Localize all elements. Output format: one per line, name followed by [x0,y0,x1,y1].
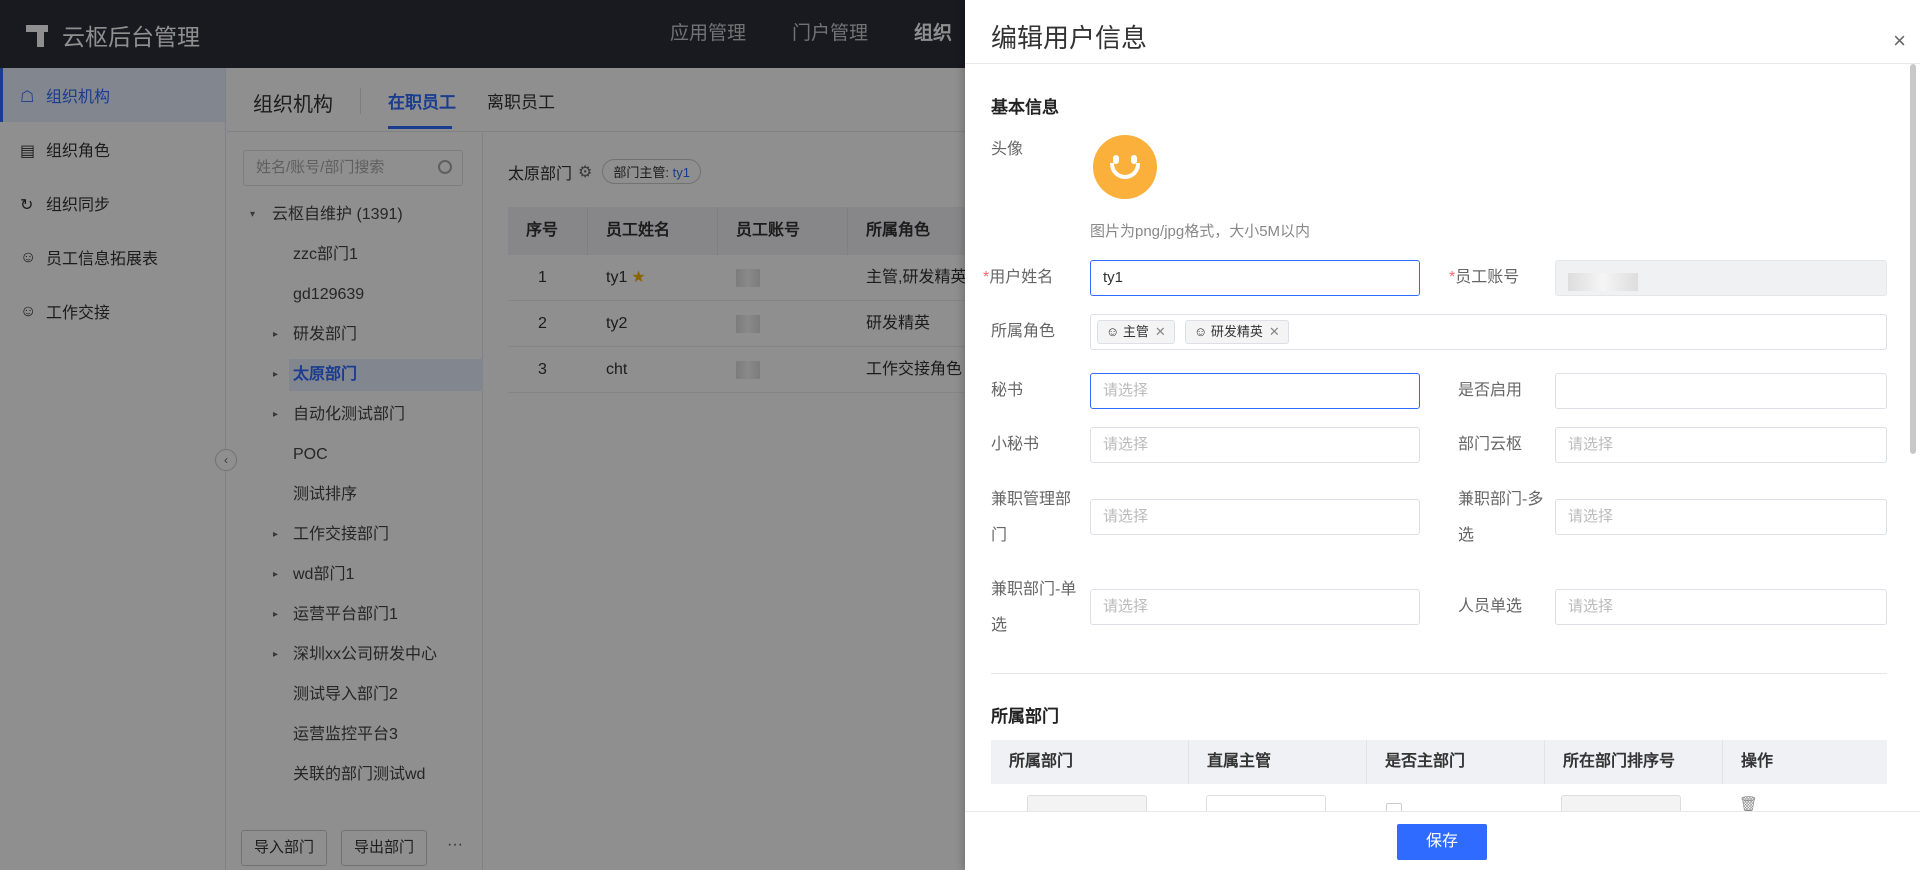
name-label: *用户姓名 [983,269,1054,286]
drawer-title: 编辑用户信息 [991,23,1148,53]
account-label-text: 员工账号 [1455,269,1520,286]
user-icon: ☺ [1106,324,1120,339]
parttime-mgr-select[interactable]: 请选择 [1090,499,1420,535]
dept-table-header: 所属部门 直属主管 是否主部门 所在部门排序号 操作 [991,740,1887,784]
parttime-multi-select[interactable]: 请选择 [1555,499,1887,535]
name-label-text: 用户姓名 [989,269,1054,286]
avatar-hint: 图片为png/jpg格式，大小5M以内 [1090,223,1311,240]
person-single-select[interactable]: 请选择 [1555,589,1887,625]
small-secretary-select[interactable]: 请选择 [1090,427,1420,463]
role-tag: ☺ 研发精英 ✕ [1185,320,1289,344]
parttime-single-select[interactable]: 请选择 [1090,589,1420,625]
enabled-label: 是否启用 [1458,382,1523,399]
parttime-mgr-label: 兼职管理部门 [991,491,1072,544]
drawer-divider [965,63,1920,64]
remove-tag-icon[interactable]: ✕ [1269,324,1280,339]
parttime-multi-label: 兼职部门-多选 [1458,491,1544,544]
section-divider [991,673,1887,674]
dept-section-heading: 所属部门 [991,707,1059,726]
roles-label: 所属角色 [991,323,1056,340]
account-label: *员工账号 [1449,269,1520,286]
parttime-single-label: 兼职部门-单选 [991,581,1077,634]
save-button[interactable]: 保存 [1397,824,1487,860]
small-secretary-label: 小秘书 [991,436,1040,453]
col-header: 操作 [1741,753,1774,770]
user-icon: ☺ [1194,324,1208,339]
enabled-select[interactable] [1555,373,1887,409]
close-icon[interactable]: × [1893,28,1906,54]
dept-yunshu-label: 部门云枢 [1458,436,1523,453]
col-header: 所在部门排序号 [1545,740,1723,784]
name-input[interactable]: ty1 [1090,260,1420,296]
app-root: 云枢后台管理 应用管理 门户管理 组织 ☖ 组织机构 ▤ 组织角色 ↻ 组织同步 ☺ 员… [0,0,1920,870]
secretary-select[interactable]: 请选择 [1090,373,1420,409]
dept-yunshu-select[interactable]: 请选择 [1555,427,1887,463]
person-single-label: 人员单选 [1458,598,1523,615]
roles-select[interactable]: ☺ 主管 ✕ ☺ 研发精英 ✕ [1090,314,1887,350]
secretary-label: 秘书 [991,382,1024,399]
col-header: 所属部门 [991,740,1189,784]
drawer-scrollbar[interactable] [1910,64,1916,454]
drawer-footer: 保存 [965,811,1920,870]
col-header: 是否主部门 [1367,740,1545,784]
col-header: 直属主管 [1189,740,1367,784]
basic-info-heading: 基本信息 [991,98,1059,117]
avatar-label: 头像 [991,141,1024,158]
account-input [1555,260,1887,296]
remove-tag-icon[interactable]: ✕ [1155,324,1166,339]
blurred-account [1568,273,1638,292]
role-tag-label: 主管 [1122,324,1149,339]
avatar-smiley-icon[interactable] [1093,135,1157,199]
role-tag-label: 研发精英 [1210,324,1263,339]
role-tag: ☺ 主管 ✕ [1097,320,1175,344]
edit-user-drawer: 编辑用户信息 × 基本信息 头像 图片为png/jpg格式，大小5M以内 *用户… [965,0,1920,870]
modal-overlay[interactable] [0,0,965,870]
